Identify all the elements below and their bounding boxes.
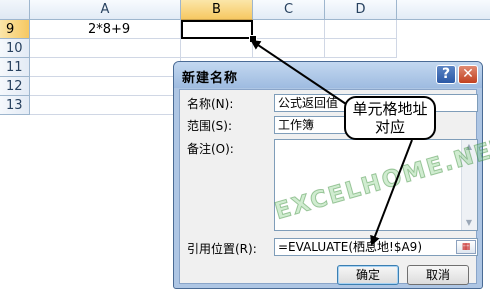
annotation-callout: 单元格地址 对应 [344,96,436,140]
annotation-arrows [250,39,413,246]
arrow-to-refers-to [370,139,413,246]
callout-line-1: 单元格地址 [352,100,428,118]
callout-line-2: 对应 [374,118,405,136]
arrow-to-cell-b9 [250,39,347,105]
